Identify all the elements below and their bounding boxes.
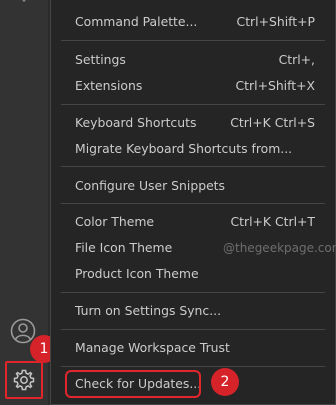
menu-item-label: Product Icon Theme	[75, 266, 199, 281]
check-for-updates-highlight	[65, 370, 201, 398]
menu-item-command-palette[interactable]: Command Palette... Ctrl+Shift+P	[51, 9, 336, 35]
menu-separator	[61, 292, 325, 293]
menu-item-label: Manage Workspace Trust	[75, 340, 230, 355]
menu-item-label: Settings	[75, 52, 126, 67]
menu-item-label: Color Theme	[75, 214, 155, 229]
menu-item-turn-on-settings-sync[interactable]: Turn on Settings Sync...	[51, 298, 336, 324]
menu-item-label: Migrate Keyboard Shortcuts from...	[75, 141, 293, 156]
menu-item-migrate-keyboard-shortcuts[interactable]: Migrate Keyboard Shortcuts from...	[51, 136, 336, 162]
menu-separator	[61, 166, 325, 167]
menu-item-label: Keyboard Shortcuts	[75, 115, 197, 130]
menu-item-shortcut: Ctrl+Shift+P	[236, 14, 315, 29]
menu-item-extensions[interactable]: Extensions Ctrl+Shift+X	[51, 73, 336, 99]
menu-item-manage-workspace-trust[interactable]: Manage Workspace Trust	[51, 335, 336, 361]
menu-item-label: Configure User Snippets	[75, 178, 226, 193]
menu-separator	[61, 366, 325, 367]
watermark-text: @thegeekpage.com	[223, 241, 336, 255]
menu-item-color-theme[interactable]: Color Theme Ctrl+K Ctrl+T	[51, 209, 336, 235]
menu-item-shortcut: Ctrl+Shift+X	[235, 78, 315, 93]
menu-item-label: File Icon Theme	[75, 240, 173, 255]
menu-item-configure-user-snippets[interactable]: Configure User Snippets	[51, 173, 336, 199]
manage-gear-icon[interactable]	[5, 361, 43, 399]
annotation-badge-2: 2	[211, 368, 239, 396]
menu-item-keyboard-shortcuts[interactable]: Keyboard Shortcuts Ctrl+K Ctrl+S	[51, 110, 336, 136]
extensions-icon[interactable]	[12, 0, 36, 4]
menu-item-shortcut: Ctrl+,	[278, 52, 315, 67]
menu-separator	[61, 104, 325, 105]
menu-item-label: Turn on Settings Sync...	[75, 303, 222, 318]
menu-separator	[61, 329, 325, 330]
manage-context-menu: Command Palette... Ctrl+Shift+P Settings…	[50, 0, 336, 405]
menu-item-label: Command Palette...	[75, 14, 198, 29]
menu-item-label: Extensions	[75, 78, 143, 93]
menu-separator	[61, 40, 325, 41]
menu-separator	[61, 203, 325, 204]
activity-bar: 1	[0, 0, 58, 405]
menu-item-product-icon-theme[interactable]: Product Icon Theme	[51, 261, 336, 287]
menu-item-shortcut: Ctrl+K Ctrl+S	[230, 115, 315, 130]
menu-item-settings[interactable]: Settings Ctrl+,	[51, 47, 336, 73]
menu-item-shortcut: Ctrl+K Ctrl+T	[230, 214, 316, 229]
